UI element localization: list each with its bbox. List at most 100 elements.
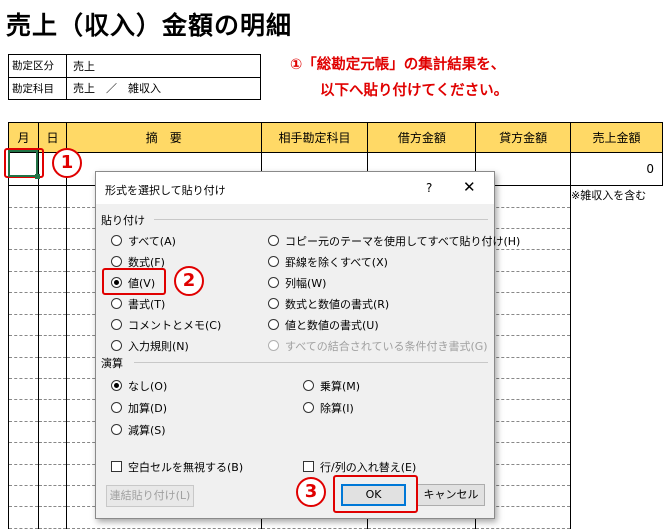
radio-paste-formats[interactable]: 書式(T): [111, 296, 165, 314]
option-label: 加算(D): [128, 402, 168, 415]
table-cell[interactable]: [37, 421, 67, 444]
info-value[interactable]: 売上 ／ 雑収入: [66, 76, 261, 100]
option-label: 数式と数値の書式(R): [285, 298, 390, 311]
fill-handle[interactable]: [35, 174, 40, 179]
table-cell[interactable]: [8, 485, 39, 508]
checkbox-icon: [111, 461, 122, 472]
radio-paste-column-widths[interactable]: 列幅(W): [268, 275, 326, 293]
radio-paste-comments[interactable]: コメントとメモ(C): [111, 317, 221, 335]
table-cell[interactable]: [8, 399, 39, 422]
table-cell[interactable]: [37, 207, 67, 229]
column-header-sales[interactable]: 売上金額: [570, 121, 663, 154]
table-cell[interactable]: [37, 399, 67, 422]
radio-icon: [303, 402, 314, 413]
table-cell[interactable]: [8, 335, 39, 358]
table-cell[interactable]: [37, 314, 67, 337]
table-cell[interactable]: [8, 271, 39, 294]
table-cell[interactable]: [37, 228, 67, 251]
radio-icon: [111, 298, 122, 309]
radio-op-add[interactable]: 加算(D): [111, 400, 167, 418]
table-cell[interactable]: [37, 485, 67, 508]
column-header-description[interactable]: 摘 要: [65, 121, 262, 154]
help-icon[interactable]: ?: [426, 181, 432, 195]
info-key: 勘定区分: [8, 54, 67, 78]
blank-cell: [570, 292, 663, 315]
radio-icon: [111, 424, 122, 435]
paste-link-button: 連結貼り付け(L): [106, 485, 194, 507]
option-label: 書式(T): [128, 298, 166, 311]
radio-icon: [111, 319, 122, 330]
table-cell[interactable]: [8, 421, 39, 444]
radio-op-divide[interactable]: 除算(I): [303, 400, 354, 418]
page-title: 売上（収入）金額の明細: [6, 11, 293, 40]
radio-icon: [111, 256, 122, 267]
blank-cell: [570, 207, 663, 229]
radio-selected-icon: [111, 380, 122, 391]
dialog-titlebar[interactable]: 形式を選択して貼り付け ? ✕: [96, 172, 494, 204]
radio-icon: [268, 277, 279, 288]
blank-cell: [570, 421, 663, 443]
radio-paste-all[interactable]: すべて(A): [111, 233, 176, 251]
radio-icon: [268, 319, 279, 330]
radio-icon: [111, 402, 122, 413]
table-cell[interactable]: [8, 314, 39, 337]
ledger-header-row: 月 日 摘 要 相手勘定科目 借方金額 貸方金額 売上金額: [8, 121, 663, 154]
column-header-counter-account[interactable]: 相手勘定科目: [260, 121, 369, 154]
radio-paste-source-theme[interactable]: コピー元のテーマを使用してすべて貼り付け(H): [268, 233, 520, 251]
blank-cell: [570, 314, 663, 336]
radio-op-none[interactable]: なし(O): [111, 378, 167, 396]
radio-paste-merge-conditional-formats: すべての結合されている条件付き書式(G): [268, 338, 488, 356]
table-cell[interactable]: [8, 292, 39, 315]
radio-op-multiply[interactable]: 乗算(M): [303, 378, 360, 396]
cancel-button[interactable]: キャンセル: [417, 484, 485, 506]
table-cell[interactable]: [8, 207, 39, 229]
option-label: 列幅(W): [285, 277, 327, 290]
column-header-debit[interactable]: 借方金額: [367, 121, 477, 154]
table-cell[interactable]: [37, 506, 67, 529]
table-cell[interactable]: [37, 357, 67, 379]
step-2-highlight: [102, 268, 166, 295]
option-label: 乗算(M): [320, 380, 361, 393]
active-cell[interactable]: [8, 150, 38, 177]
table-cell[interactable]: [37, 271, 67, 294]
table-cell[interactable]: [37, 335, 67, 358]
radio-paste-values-number-formats[interactable]: 値と数値の書式(U): [268, 317, 379, 335]
table-cell[interactable]: [8, 378, 39, 401]
radio-icon: [268, 256, 279, 267]
table-cell[interactable]: [37, 464, 67, 487]
table-cell[interactable]: [37, 185, 67, 208]
checkbox-skip-blanks[interactable]: 空白セルを無視する(B): [111, 459, 243, 477]
table-cell[interactable]: [8, 464, 39, 487]
option-label: 行/列の入れ替え(E): [320, 461, 417, 474]
table-cell[interactable]: [8, 185, 39, 208]
table-cell[interactable]: [37, 249, 67, 272]
radio-paste-no-borders[interactable]: 罫線を除くすべて(X): [268, 254, 388, 272]
table-cell[interactable]: [37, 378, 67, 401]
table-cell[interactable]: [8, 357, 39, 379]
blank-cell: [570, 335, 663, 358]
radio-op-subtract[interactable]: 減算(S): [111, 422, 166, 440]
radio-paste-formulas-number-formats[interactable]: 数式と数値の書式(R): [268, 296, 389, 314]
table-cell[interactable]: [8, 249, 39, 272]
note-text: ※雑収入を含む: [571, 189, 647, 202]
info-value[interactable]: 売上: [66, 54, 261, 78]
option-label: なし(O): [128, 380, 168, 393]
sales-total-cell[interactable]: 0: [570, 152, 663, 187]
column-header-credit[interactable]: 貸方金額: [475, 121, 572, 154]
step-3-badge: 3: [296, 477, 326, 507]
option-label: すべての結合されている条件付き書式(G): [285, 340, 488, 353]
radio-paste-validation[interactable]: 入力規則(N): [111, 338, 189, 356]
radio-icon: [303, 380, 314, 391]
option-label: 減算(S): [128, 424, 166, 437]
table-cell[interactable]: [37, 442, 67, 465]
blank-cell: [570, 357, 663, 379]
option-label: 入力規則(N): [128, 340, 189, 353]
table-cell[interactable]: [8, 506, 39, 529]
table-cell[interactable]: [8, 228, 39, 251]
table-cell[interactable]: [37, 292, 67, 315]
paste-group-label: 貼り付け: [101, 214, 145, 227]
blank-cell: [570, 228, 663, 250]
table-cell[interactable]: [8, 442, 39, 465]
option-label: 値と数値の書式(U): [285, 319, 379, 332]
close-icon[interactable]: ✕: [463, 178, 476, 196]
